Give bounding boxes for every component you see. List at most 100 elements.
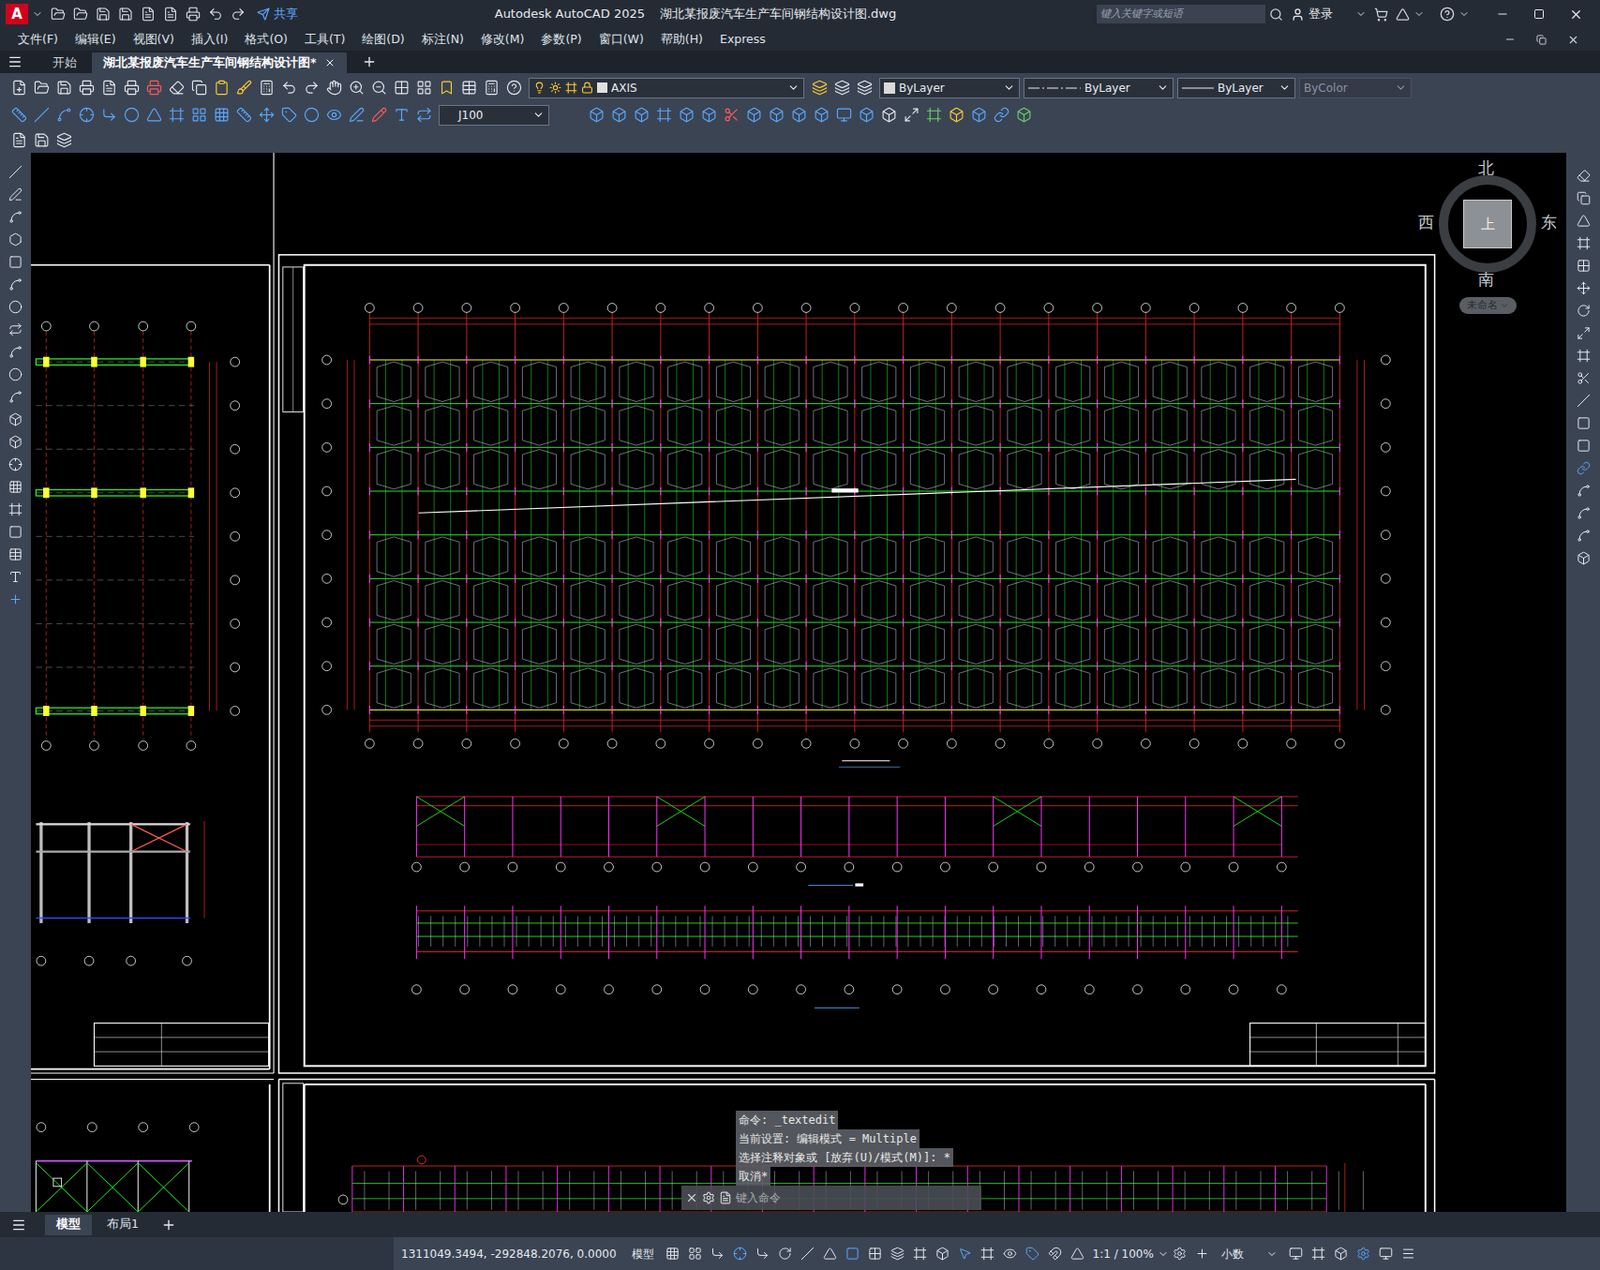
- tool-button[interactable]: [1571, 478, 1595, 502]
- login-button[interactable]: 登录: [1286, 4, 1337, 24]
- menu-icon[interactable]: [7, 54, 23, 70]
- tool-button[interactable]: [1012, 104, 1035, 127]
- layout-tab[interactable]: 模型: [44, 1214, 92, 1236]
- menu-item[interactable]: 编辑(E): [66, 30, 125, 49]
- menu-item[interactable]: 文件(F): [9, 30, 67, 49]
- tool-button[interactable]: [136, 2, 160, 26]
- tool-button[interactable]: [999, 1242, 1022, 1266]
- tool-button[interactable]: [4, 475, 28, 498]
- tool-button[interactable]: [187, 104, 210, 127]
- share-button[interactable]: 共享: [253, 4, 302, 24]
- menu-item[interactable]: 标注(N): [413, 30, 473, 49]
- tool-button[interactable]: [1571, 254, 1595, 277]
- tool-button[interactable]: [854, 104, 878, 127]
- compass-west[interactable]: 西: [1418, 214, 1435, 231]
- tool-button[interactable]: [4, 497, 28, 521]
- tool-button[interactable]: [74, 76, 98, 100]
- layout-tab[interactable]: 布局1: [95, 1214, 150, 1236]
- tool-button[interactable]: [119, 76, 143, 100]
- tool-button[interactable]: [742, 104, 765, 127]
- tool-button[interactable]: [254, 104, 278, 127]
- coordinates[interactable]: 1311049.3494, -292848.2076, 0.0000: [393, 1245, 625, 1263]
- tool-button[interactable]: [1044, 1242, 1067, 1266]
- tool-button[interactable]: [232, 104, 255, 127]
- tool-button[interactable]: [674, 104, 698, 127]
- tool-button[interactable]: [1168, 1242, 1192, 1266]
- tool-button[interactable]: [1571, 231, 1595, 255]
- tool-button[interactable]: [412, 104, 435, 127]
- tool-button[interactable]: [1352, 1242, 1376, 1266]
- layer-dropdown[interactable]: AXIS: [528, 77, 805, 99]
- tool-button[interactable]: [1375, 1242, 1398, 1266]
- tool-button[interactable]: [819, 1242, 842, 1266]
- search-input[interactable]: [1100, 6, 1262, 23]
- tool-button[interactable]: [852, 76, 876, 100]
- tool-button[interactable]: [187, 76, 210, 100]
- model-space[interactable]: 北南西东上未命名命令: _textedit当前设置: 编辑模式 = Multip…: [30, 152, 1567, 1212]
- app-logo[interactable]: A: [5, 3, 29, 25]
- lineweight-dropdown[interactable]: ByLayer: [1177, 77, 1296, 99]
- tool-button[interactable]: [457, 76, 480, 100]
- search-box[interactable]: [1096, 4, 1266, 24]
- help-icon[interactable]: [1439, 6, 1455, 22]
- tool-button[interactable]: [954, 1242, 977, 1266]
- tool-button[interactable]: [142, 104, 165, 127]
- tool-button[interactable]: [479, 76, 503, 100]
- tool-button[interactable]: [4, 362, 28, 386]
- new-layout-icon[interactable]: [161, 1217, 177, 1233]
- command-input[interactable]: [735, 1189, 978, 1207]
- tool-button[interactable]: [299, 104, 323, 127]
- compass-east[interactable]: 东: [1540, 214, 1557, 231]
- tool-button[interactable]: [209, 104, 233, 127]
- tool-button[interactable]: [164, 76, 188, 100]
- tool-button[interactable]: [4, 272, 28, 296]
- tool-button[interactable]: [204, 2, 227, 26]
- tool-button[interactable]: [277, 76, 300, 100]
- tool-button[interactable]: [4, 587, 28, 611]
- doc-close-icon[interactable]: [1567, 33, 1580, 46]
- tool-button[interactable]: [97, 104, 120, 127]
- tool-button[interactable]: [299, 76, 323, 100]
- tool-button[interactable]: [1571, 388, 1595, 412]
- ucs-menu[interactable]: 未命名: [1459, 297, 1517, 315]
- units-dropdown[interactable]: 小数: [1213, 1245, 1286, 1263]
- tool-button[interactable]: [877, 104, 900, 127]
- tool-button[interactable]: [344, 104, 368, 127]
- compass-south[interactable]: 南: [1478, 271, 1495, 288]
- autodesk-icon[interactable]: [1395, 7, 1410, 22]
- tool-button[interactable]: [1571, 366, 1595, 389]
- tool-button[interactable]: [584, 104, 608, 127]
- tool-button[interactable]: [209, 76, 233, 100]
- tool-button[interactable]: [7, 76, 30, 100]
- tool-button[interactable]: [832, 104, 855, 127]
- chevron-down-icon[interactable]: [1458, 8, 1470, 20]
- tool-button[interactable]: [706, 1242, 730, 1266]
- tool-button[interactable]: [52, 129, 75, 152]
- close-icon[interactable]: [685, 1191, 699, 1205]
- tool-button[interactable]: [164, 104, 188, 127]
- tool-button[interactable]: [114, 2, 137, 26]
- cube-face[interactable]: 上: [1463, 199, 1512, 249]
- tool-button[interactable]: [232, 76, 255, 100]
- tool-button[interactable]: [181, 2, 205, 26]
- tool-button[interactable]: [91, 2, 115, 26]
- doc-minimize-icon[interactable]: [1504, 33, 1516, 45]
- tool-button[interactable]: [697, 104, 720, 127]
- wrench-icon[interactable]: [702, 1191, 716, 1205]
- tool-button[interactable]: [1571, 501, 1595, 524]
- tool-button[interactable]: [29, 104, 53, 127]
- tool-button[interactable]: [1571, 209, 1595, 232]
- tool-button[interactable]: [29, 129, 53, 152]
- tool-button[interactable]: [944, 104, 968, 127]
- tool-button[interactable]: [899, 104, 923, 127]
- tool-button[interactable]: [976, 1242, 1000, 1266]
- tool-button[interactable]: [4, 565, 28, 588]
- menu-item[interactable]: Express: [711, 30, 775, 49]
- cart-icon[interactable]: [1374, 7, 1389, 22]
- tool-button[interactable]: [751, 1242, 775, 1266]
- tool-button[interactable]: [4, 385, 28, 408]
- menu-item[interactable]: 帮助(H): [652, 30, 712, 49]
- maximize-icon[interactable]: [1533, 8, 1545, 20]
- tool-button[interactable]: [1307, 1242, 1331, 1266]
- document-tab[interactable]: 开始: [41, 52, 89, 74]
